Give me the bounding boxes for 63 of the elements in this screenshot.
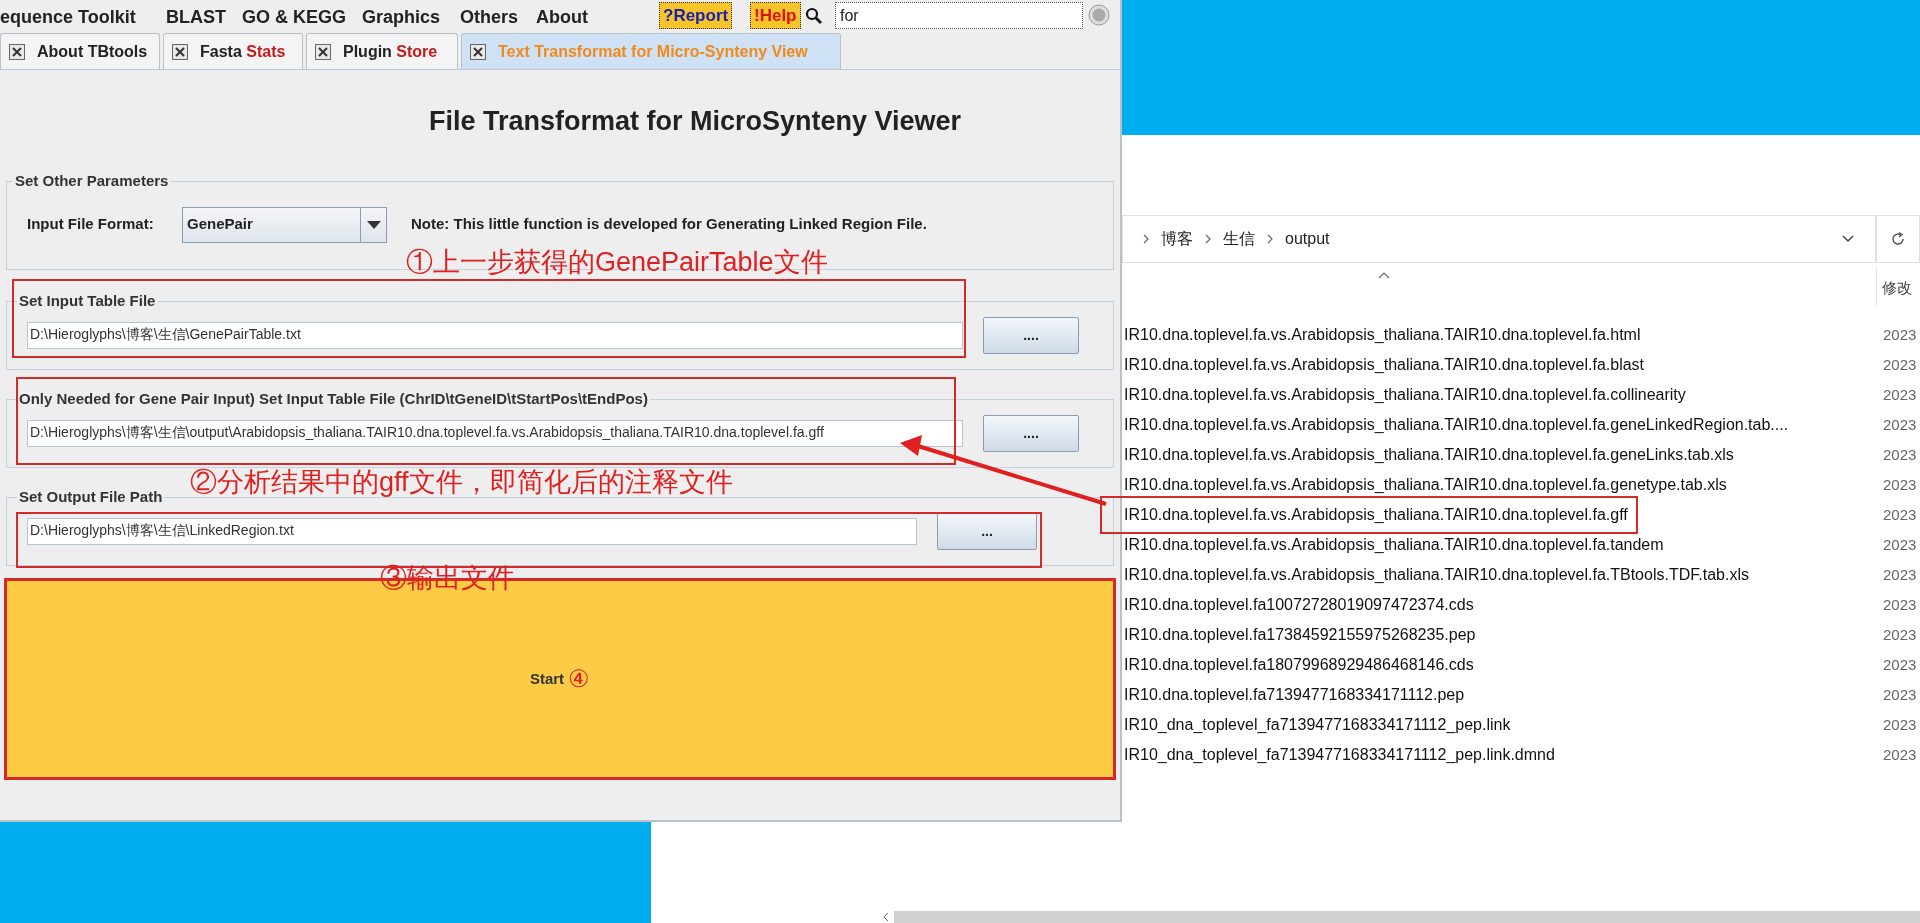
- file-name[interactable]: IR10.dna.toplevel.fa.vs.Arabidopsis_thaliana.TAIR10.dna.toplevel.fa.TBtools.TDF.tab.xls: [1122, 566, 1749, 583]
- annotation-text: ①上一步获得的GenePairTable文件: [406, 246, 828, 279]
- browse-button[interactable]: ...: [937, 512, 1037, 550]
- date-modified: 2023: [1883, 564, 1917, 585]
- date-modified: 2023: [1883, 384, 1917, 405]
- menu-item[interactable]: Graphics: [362, 4, 441, 31]
- breadcrumb-item[interactable]: output: [1285, 227, 1330, 251]
- menu-item[interactable]: About: [536, 4, 588, 31]
- browse-button[interactable]: ....: [983, 316, 1079, 354]
- file-path-field[interactable]: D:\Hieroglyphs\博客\生信\output\Arabidopsis_thaliana.TAIR10.dna.toplevel.fa.vs.Arabidopsis_thaliana.TAIR10.dna.toplevel.fa.gff: [27, 419, 963, 447]
- file-name[interactable]: IR10.dna.toplevel.fa.vs.Arabidopsis_thaliana.TAIR10.dna.toplevel.fa.blast: [1122, 356, 1645, 373]
- page-title: File Transformat for MicroSynteny Viewer: [428, 104, 962, 138]
- field-label: Input File Format:: [27, 214, 155, 235]
- file-name[interactable]: IR10.dna.toplevel.fa.vs.Arabidopsis_thaliana.TAIR10.dna.toplevel.fa.genetype.tab.xls: [1122, 476, 1727, 493]
- date-modified: 2023: [1883, 714, 1917, 735]
- format-dropdown[interactable]: GenePair: [182, 206, 387, 243]
- file-path-field[interactable]: D:\Hieroglyphs\博客\生信\GenePairTable.txt: [27, 321, 963, 349]
- date-modified: 2023: [1883, 654, 1917, 675]
- tab[interactable]: Plugin Store: [306, 33, 458, 69]
- file-name[interactable]: IR10.dna.toplevel.fa7139477168334171112.pep: [1122, 686, 1465, 703]
- date-modified: 2023: [1883, 534, 1917, 555]
- menu-item[interactable]: Others: [460, 4, 519, 31]
- date-modified: 2023: [1883, 744, 1917, 765]
- breadcrumb-item[interactable]: 生信: [1223, 227, 1255, 251]
- file-name[interactable]: IR10.dna.toplevel.fa17384592155975268235.pep: [1122, 626, 1476, 643]
- date-modified: 2023: [1883, 594, 1917, 615]
- menu-item[interactable]: GO & KEGG: [242, 4, 346, 31]
- annotation-text: ②分析结果中的gff文件，即简化后的注释文件: [190, 466, 733, 499]
- section-title: Only Needed for Gene Pair Input) Set Input Table File (ChrID\tGeneID\tStartPos\tEndPos): [18, 389, 649, 409]
- date-modified: 2023: [1883, 444, 1917, 465]
- tab[interactable]: About TBtools: [0, 33, 160, 69]
- menu-item[interactable]: equence Toolkit: [0, 4, 136, 31]
- browse-button[interactable]: ....: [983, 414, 1079, 452]
- note-text: Note: This little function is developed for Generating Linked Region File.: [411, 214, 927, 235]
- file-name[interactable]: IR10_dna_toplevel_fa7139477168334171112_pep.link.dmnd: [1122, 746, 1555, 763]
- section-title: Set Input Table File: [18, 291, 157, 311]
- menu-item[interactable]: BLAST: [166, 4, 226, 31]
- date-modified: 2023: [1883, 354, 1917, 375]
- date-modified: 2023: [1883, 504, 1917, 525]
- date-modified: 2023: [1883, 414, 1917, 435]
- file-name[interactable]: IR10.dna.toplevel.fa.vs.Arabidopsis_thaliana.TAIR10.dna.toplevel.fa.collinearity: [1122, 386, 1686, 403]
- section-title: Set Other Parameters: [14, 171, 170, 191]
- date-modified: 2023: [1883, 624, 1917, 645]
- date-modified: 2023: [1883, 684, 1917, 705]
- date-modified: 2023: [1883, 324, 1917, 345]
- file-name[interactable]: IR10.dna.toplevel.fa.vs.Arabidopsis_thaliana.TAIR10.dna.toplevel.fa.geneLinks.tab.xls: [1122, 446, 1734, 463]
- tab[interactable]: Fasta Stats: [163, 33, 303, 69]
- file-name[interactable]: IR10.dna.toplevel.fa10072728019097472374.cds: [1122, 596, 1474, 613]
- breadcrumb-item[interactable]: 博客: [1161, 227, 1193, 251]
- address-bar[interactable]: 博客 生信 output: [1122, 215, 1876, 263]
- file-name[interactable]: IR10.dna.toplevel.fa.vs.Arabidopsis_thaliana.TAIR10.dna.toplevel.fa.geneLinkedRegion.tab....: [1122, 416, 1789, 433]
- column-header[interactable]: 修改: [1882, 277, 1912, 300]
- file-name[interactable]: IR10.dna.toplevel.fa.vs.Arabidopsis_thaliana.TAIR10.dna.toplevel.fa.html: [1122, 326, 1641, 343]
- step-number: ④: [568, 664, 591, 694]
- search-field[interactable]: for: [835, 2, 1083, 29]
- file-path-field[interactable]: D:\Hieroglyphs\博客\生信\LinkedRegion.txt: [27, 517, 917, 545]
- file-name[interactable]: IR10.dna.toplevel.fa.vs.Arabidopsis_thaliana.TAIR10.dna.toplevel.fa.gff: [1122, 506, 1628, 523]
- file-name[interactable]: IR10.dna.toplevel.fa.vs.Arabidopsis_thaliana.TAIR10.dna.toplevel.fa.tandem: [1122, 536, 1664, 553]
- file-name[interactable]: IR10.dna.toplevel.fa18079968929486468146.cds: [1122, 656, 1474, 673]
- report-button[interactable]: ?Report: [659, 2, 733, 29]
- section-title: Set Output File Path: [18, 487, 164, 507]
- date-modified: 2023: [1883, 474, 1917, 495]
- file-name[interactable]: IR10_dna_toplevel_fa7139477168334171112_pep.link: [1122, 716, 1511, 733]
